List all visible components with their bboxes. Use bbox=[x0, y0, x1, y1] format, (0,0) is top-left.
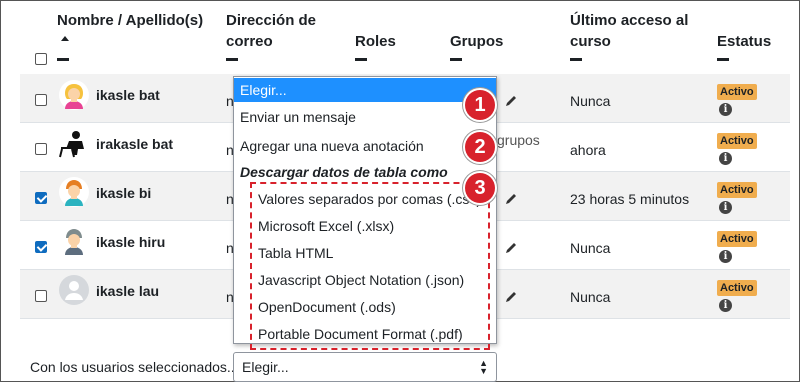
row-checkbox[interactable] bbox=[35, 94, 47, 106]
avatar-teacher-icon bbox=[59, 131, 84, 158]
row-checkbox[interactable] bbox=[35, 290, 47, 302]
select-all-checkbox[interactable] bbox=[35, 53, 47, 65]
collapse-last-access-icon[interactable] bbox=[570, 58, 582, 61]
option-group-download: Descargar datos de tabla como bbox=[240, 164, 448, 180]
user-name[interactable]: irakasle bat bbox=[96, 136, 173, 152]
collapse-roles-icon[interactable] bbox=[355, 58, 367, 61]
info-icon[interactable]: i bbox=[719, 103, 732, 116]
row-checkbox[interactable] bbox=[35, 143, 47, 155]
status-badge: Activo bbox=[717, 231, 757, 247]
info-icon[interactable]: i bbox=[719, 299, 732, 312]
edit-pencil-icon[interactable] bbox=[504, 94, 518, 108]
header-name[interactable]: Nombre / Apellido(s) bbox=[57, 9, 203, 32]
avatar-placeholder-icon bbox=[59, 275, 89, 305]
last-access-cell: 23 horas 5 minutos bbox=[570, 191, 690, 207]
status-badge: Activo bbox=[717, 280, 757, 296]
avatar bbox=[59, 226, 89, 256]
edit-pencil-icon[interactable] bbox=[504, 241, 518, 255]
last-access-cell: ahora bbox=[570, 142, 606, 158]
status-badge: Activo bbox=[717, 133, 757, 149]
header-roles[interactable]: Roles bbox=[355, 30, 396, 53]
header-email-line1[interactable]: Dirección de bbox=[226, 9, 316, 32]
info-icon[interactable]: i bbox=[719, 201, 732, 214]
dropdown-option-selected[interactable]: Elegir... bbox=[234, 78, 496, 102]
bulk-action-select[interactable]: Elegir... ▲ ▼ bbox=[233, 352, 497, 382]
avatar bbox=[59, 177, 89, 207]
callout-3-badge: 3 bbox=[465, 173, 495, 203]
groups-cell: grupos bbox=[497, 132, 540, 148]
sort-asc-icon[interactable] bbox=[61, 36, 69, 41]
last-access-cell: Nunca bbox=[570, 240, 611, 256]
status-badge: Activo bbox=[717, 84, 757, 100]
info-icon[interactable]: i bbox=[719, 250, 732, 263]
header-groups[interactable]: Grupos bbox=[450, 30, 503, 53]
user-name[interactable]: ikasle bat bbox=[96, 87, 160, 103]
header-email-line2[interactable]: correo bbox=[226, 30, 273, 53]
header-status[interactable]: Estatus bbox=[717, 30, 771, 53]
edit-pencil-icon[interactable] bbox=[504, 290, 518, 304]
collapse-name-icon[interactable] bbox=[57, 58, 69, 61]
option-add-note[interactable]: Agregar una nueva anotación bbox=[234, 135, 496, 157]
user-name[interactable]: ikasle bi bbox=[96, 185, 151, 201]
row-checkbox-checked[interactable] bbox=[35, 241, 47, 253]
user-name[interactable]: ikasle lau bbox=[96, 283, 159, 299]
option-send-message[interactable]: Enviar un mensaje bbox=[234, 106, 496, 128]
selected-users-label: Con los usuarios seleccionados... bbox=[30, 359, 239, 375]
collapse-email-icon[interactable] bbox=[226, 58, 238, 61]
header-last-access-line2[interactable]: curso bbox=[570, 30, 611, 53]
collapse-groups-icon[interactable] bbox=[450, 58, 462, 61]
callout-1-badge: 1 bbox=[465, 90, 495, 120]
last-access-cell: Nunca bbox=[570, 93, 611, 109]
collapse-status-icon[interactable] bbox=[717, 58, 729, 61]
download-options-highlight bbox=[250, 182, 490, 350]
edit-pencil-icon[interactable] bbox=[504, 192, 518, 206]
bulk-action-select-value: Elegir... bbox=[242, 359, 289, 375]
callout-2-badge: 2 bbox=[465, 132, 495, 162]
row-checkbox-checked[interactable] bbox=[35, 192, 47, 204]
user-name[interactable]: ikasle hiru bbox=[96, 234, 165, 250]
avatar bbox=[59, 80, 89, 110]
header-last-access-line1[interactable]: Último acceso al bbox=[570, 9, 688, 32]
status-badge: Activo bbox=[717, 182, 757, 198]
info-icon[interactable]: i bbox=[719, 152, 732, 165]
last-access-cell: Nunca bbox=[570, 289, 611, 305]
select-arrows-icon: ▲ ▼ bbox=[479, 358, 488, 376]
